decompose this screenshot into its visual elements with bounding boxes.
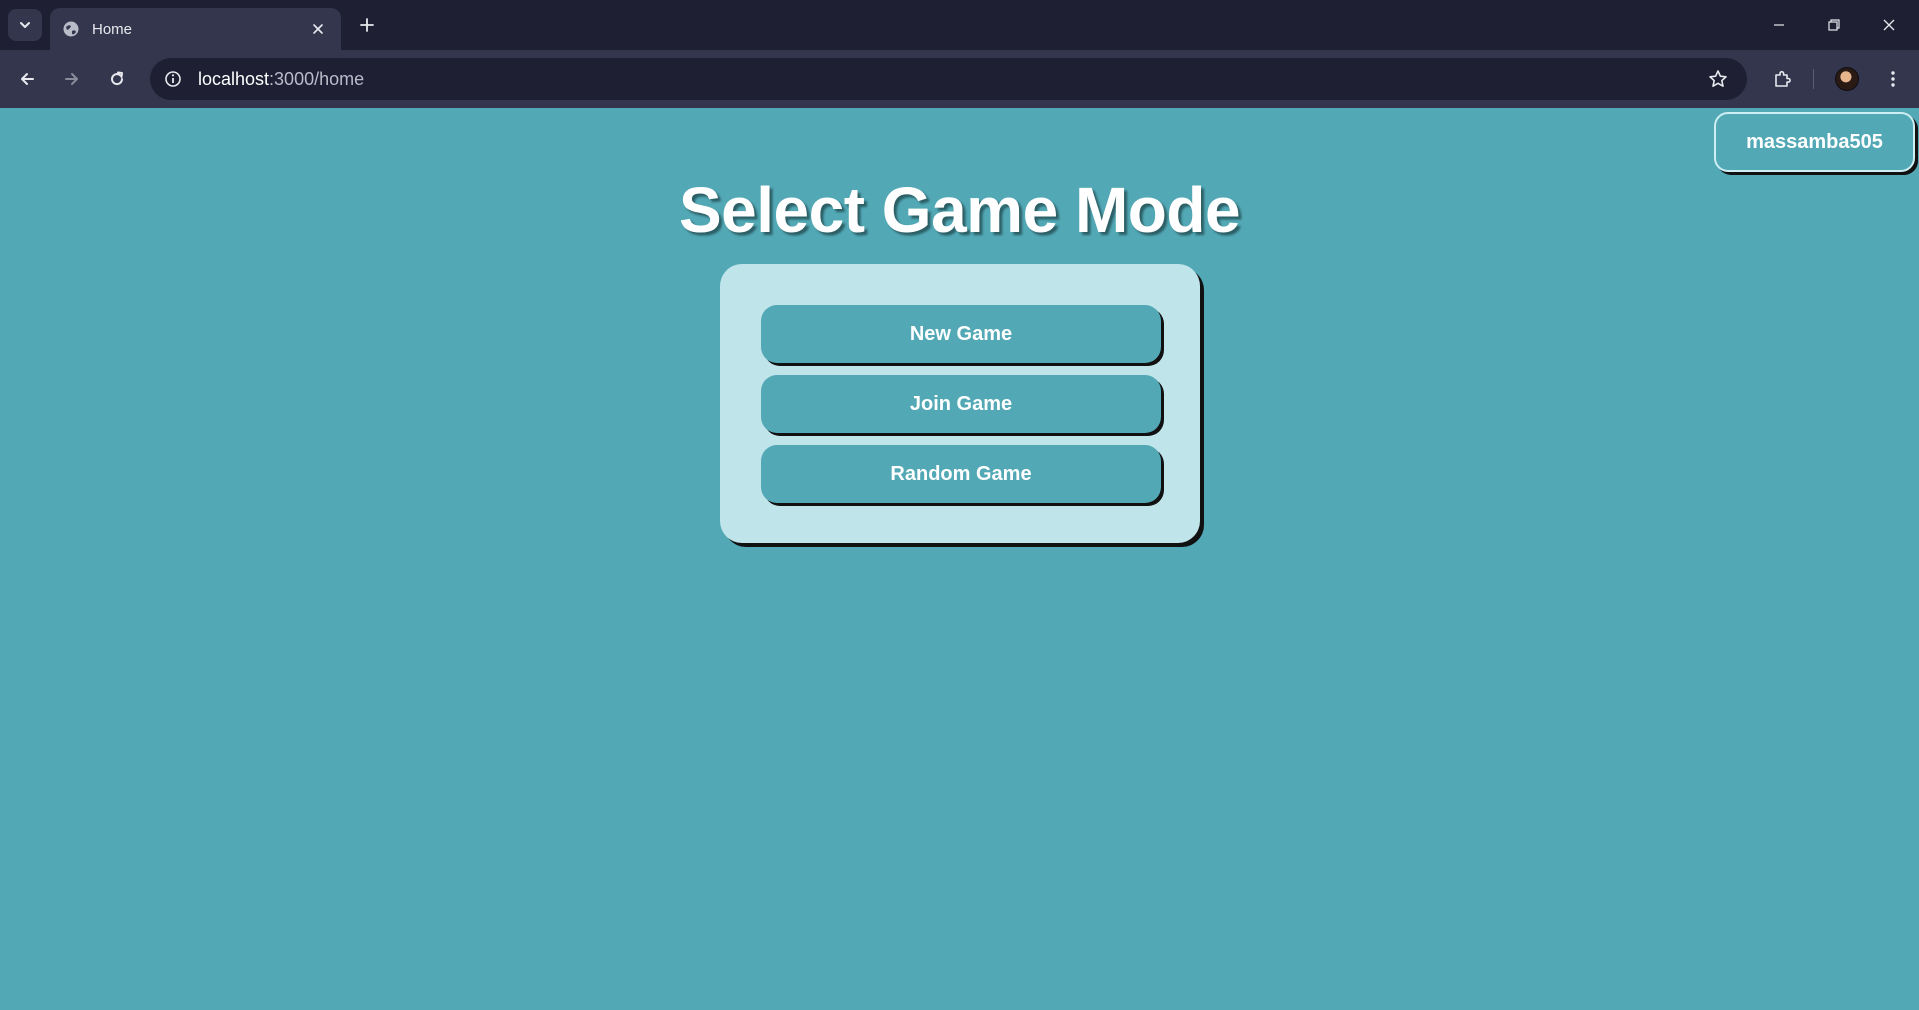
browser-menu-button[interactable]: [1876, 62, 1910, 96]
page-title: Select Game Mode: [678, 174, 1241, 246]
close-icon[interactable]: [307, 18, 329, 40]
arrow-left-icon: [18, 70, 36, 88]
random-game-button[interactable]: Random Game: [761, 445, 1161, 503]
extensions-button[interactable]: [1765, 62, 1799, 96]
star-icon[interactable]: [1701, 62, 1735, 96]
url-path: :3000/home: [269, 68, 365, 89]
join-game-button[interactable]: Join Game: [761, 375, 1161, 433]
globe-icon: [62, 20, 80, 38]
restore-button[interactable]: [1806, 0, 1862, 50]
tab-search-button[interactable]: [8, 9, 42, 41]
forward-button[interactable]: [55, 62, 89, 96]
browser-toolbar: localhost:3000/home: [0, 50, 1919, 108]
restore-icon: [1827, 18, 1841, 32]
kebab-menu-icon: [1890, 69, 1896, 89]
back-button[interactable]: [10, 62, 44, 96]
new-game-button[interactable]: New Game: [761, 305, 1161, 363]
browser-tab-home[interactable]: Home: [50, 8, 341, 50]
game-mode-panel: New Game Join Game Random Game: [720, 264, 1200, 543]
address-bar[interactable]: localhost:3000/home: [150, 58, 1747, 100]
user-profile-button[interactable]: massamba505: [1714, 112, 1915, 172]
info-icon[interactable]: [158, 64, 188, 94]
new-tab-button[interactable]: [352, 10, 382, 40]
close-icon: [1882, 18, 1896, 32]
tab-title: Home: [92, 20, 133, 38]
minimize-icon: [1772, 18, 1786, 32]
avatar: [1835, 67, 1859, 91]
chevron-down-icon: [18, 18, 32, 32]
plus-icon: [360, 18, 374, 32]
reload-icon: [108, 70, 126, 88]
profile-button[interactable]: [1830, 62, 1864, 96]
toolbar-separator: [1813, 69, 1814, 89]
arrow-right-icon: [63, 70, 81, 88]
url-text[interactable]: localhost:3000/home: [198, 69, 1701, 90]
reload-button[interactable]: [100, 62, 134, 96]
close-window-button[interactable]: [1861, 0, 1917, 50]
url-host: localhost: [198, 68, 270, 89]
page-content: massamba505 Select Game Mode New Game Jo…: [0, 108, 1919, 1010]
minimize-button[interactable]: [1751, 0, 1807, 50]
puzzle-icon: [1772, 69, 1792, 89]
browser-tabstrip: Home: [0, 0, 1919, 50]
